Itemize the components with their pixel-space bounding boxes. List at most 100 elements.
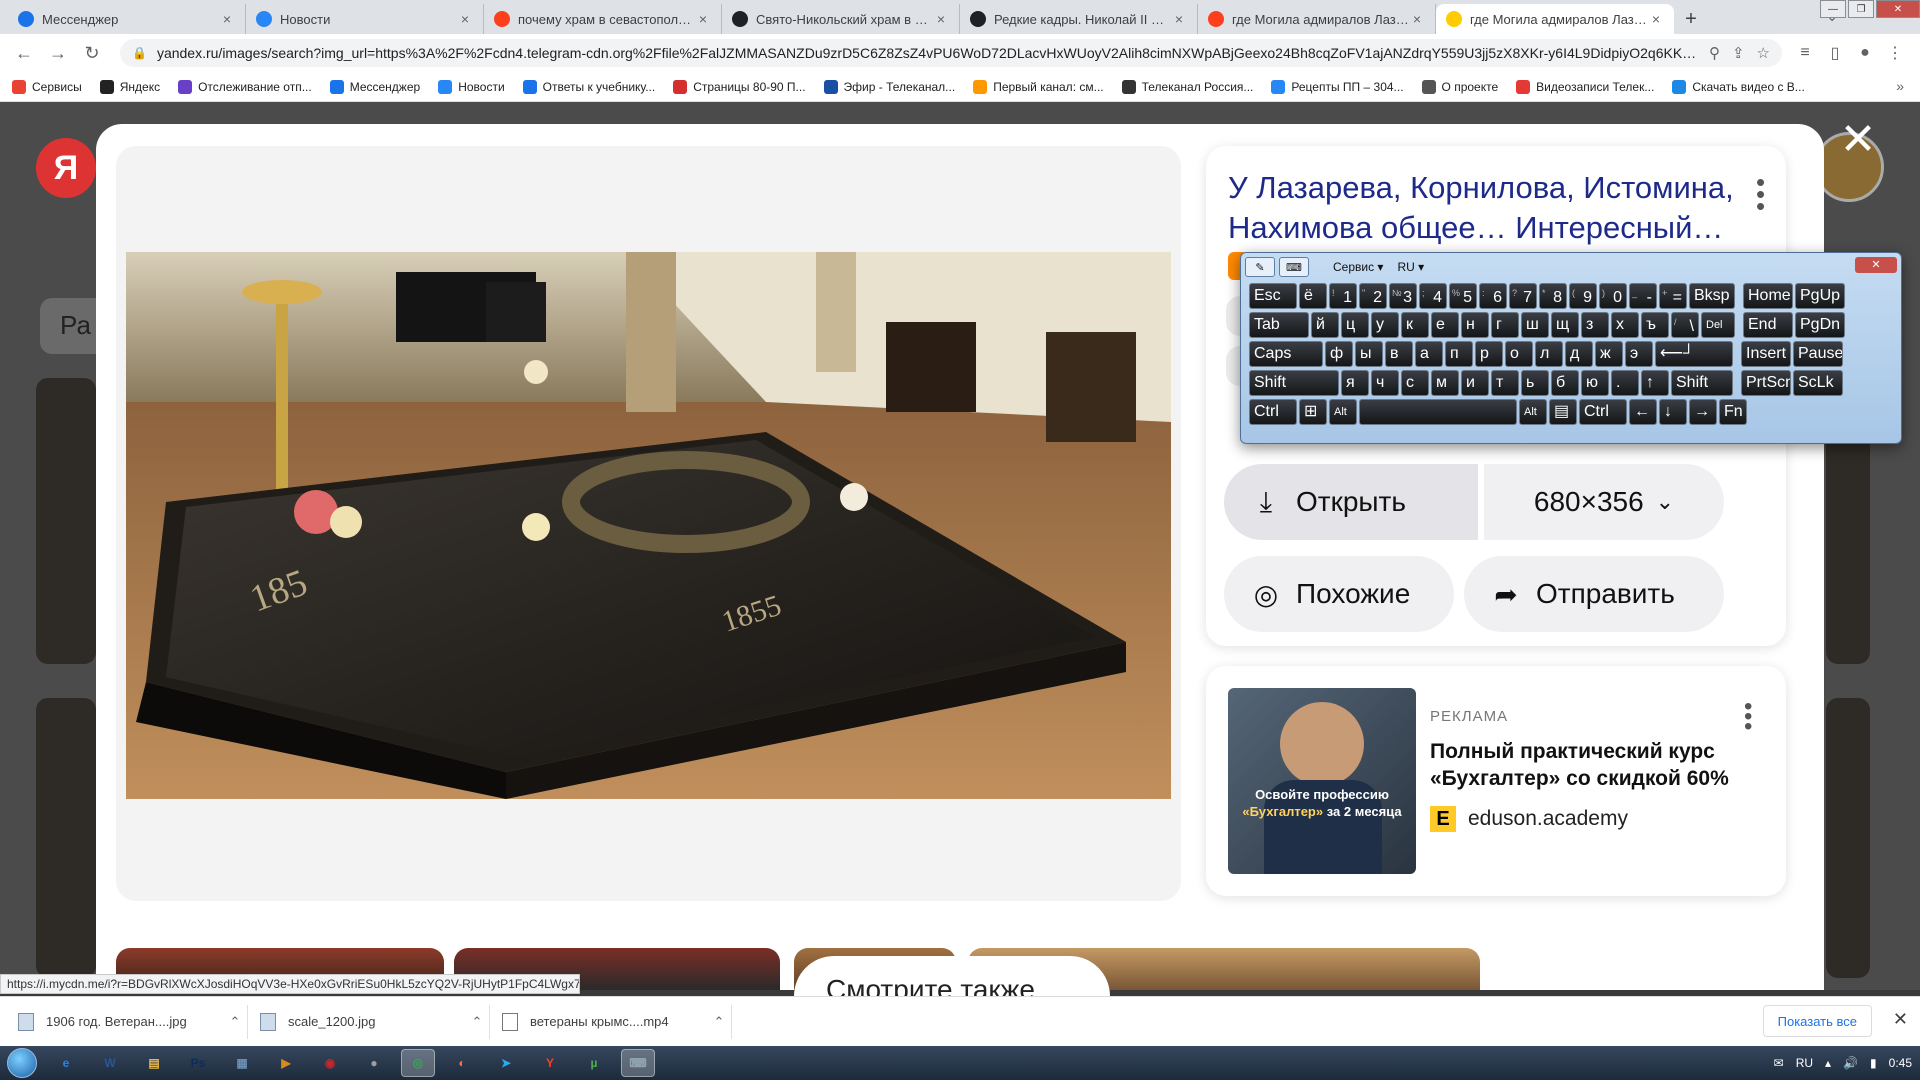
- tab-close-icon[interactable]: ×: [933, 11, 949, 27]
- osk-key[interactable]: ш: [1521, 312, 1549, 338]
- tab-close-icon[interactable]: ×: [1648, 11, 1664, 27]
- osk-key[interactable]: х: [1611, 312, 1639, 338]
- osk-key[interactable]: ф: [1325, 341, 1353, 367]
- chrome-icon[interactable]: ◎: [401, 1049, 435, 1077]
- action-center-icon[interactable]: ✉: [1774, 1056, 1784, 1070]
- share-icon[interactable]: ⇪: [1732, 44, 1745, 62]
- reading-list-icon[interactable]: ≡: [1790, 44, 1820, 62]
- lock-icon[interactable]: 🔒: [132, 46, 147, 60]
- bookmark-item[interactable]: Эфир - Телеканал...: [823, 79, 955, 94]
- osk-key[interactable]: ч: [1371, 370, 1399, 396]
- photoshop-icon[interactable]: Ps: [181, 1049, 215, 1077]
- osk-key[interactable]: в: [1385, 341, 1413, 367]
- osk-key[interactable]: г: [1491, 312, 1519, 338]
- tab-3[interactable]: Свято-Никольский храм в Сева ×: [722, 4, 960, 34]
- tab-4[interactable]: Редкие кадры. Николай II и Ром ×: [960, 4, 1198, 34]
- show-all-button[interactable]: Показать все: [1762, 1005, 1872, 1037]
- bg-thumbnail[interactable]: [36, 378, 96, 664]
- osk-key[interactable]: Del: [1701, 312, 1735, 338]
- osk-key[interactable]: PrtScn: [1741, 370, 1791, 396]
- bookmark-item[interactable]: Сервисы: [12, 79, 82, 94]
- chevron-up-icon[interactable]: ⌃: [465, 1014, 489, 1030]
- osk-key[interactable]: ь: [1521, 370, 1549, 396]
- telegram-icon[interactable]: ➤: [489, 1049, 523, 1077]
- menu-icon[interactable]: ⋮: [1880, 43, 1910, 63]
- recorder-icon[interactable]: ◉: [313, 1049, 347, 1077]
- download-item[interactable]: ветераны крымс....mp4 ⌃: [502, 1004, 732, 1039]
- osk-keyboard-icon[interactable]: ⌨: [1279, 257, 1309, 277]
- download-item[interactable]: 1906 год. Ветеран....jpg ⌃: [18, 1004, 248, 1039]
- bookmarks-overflow-icon[interactable]: »: [1896, 78, 1904, 94]
- start-button[interactable]: [0, 1046, 44, 1080]
- tab-2[interactable]: почему храм в севастополе в ч ×: [484, 4, 722, 34]
- osk-icon[interactable]: ⌨: [621, 1049, 655, 1077]
- osk-key[interactable]: Fn: [1719, 399, 1747, 425]
- osk-key[interactable]: ж: [1595, 341, 1623, 367]
- reload-icon[interactable]: ↻: [78, 39, 106, 67]
- ad-title[interactable]: Полный практический курс «Бухгалтер» со …: [1430, 738, 1750, 792]
- zoom-icon[interactable]: ⚲: [1709, 44, 1720, 62]
- osk-key[interactable]: ; 4: [1419, 283, 1447, 309]
- ad-card[interactable]: Освойте профессию «Бухгалтер» за 2 месяц…: [1206, 666, 1786, 896]
- osk-key[interactable]: ⊞: [1299, 399, 1327, 425]
- osk-key[interactable]: й: [1311, 312, 1339, 338]
- address-url[interactable]: yandex.ru/images/search?img_url=https%3A…: [157, 45, 1697, 61]
- osk-key[interactable]: PgUp: [1795, 283, 1845, 309]
- close-window-button[interactable]: ✕: [1876, 0, 1920, 18]
- osk-key[interactable]: ▤: [1549, 399, 1577, 425]
- size-dropdown[interactable]: 680×356 ⌄: [1484, 464, 1724, 540]
- osk-key[interactable]: э: [1625, 341, 1653, 367]
- osk-handwriting-icon[interactable]: ✎: [1245, 257, 1275, 277]
- download-item[interactable]: scale_1200.jpg ⌃: [260, 1004, 490, 1039]
- osk-key[interactable]: ? 7: [1509, 283, 1537, 309]
- osk-key[interactable]: р: [1475, 341, 1503, 367]
- osk-key[interactable]: ъ: [1641, 312, 1669, 338]
- osk-key[interactable]: а: [1415, 341, 1443, 367]
- osk-key[interactable]: з: [1581, 312, 1609, 338]
- notepad-icon[interactable]: ▦: [225, 1049, 259, 1077]
- bookmark-item[interactable]: Страницы 80-90 П...: [673, 79, 806, 94]
- bookmark-item[interactable]: Новости: [438, 79, 505, 94]
- osk-key[interactable]: и: [1461, 370, 1489, 396]
- tab-close-icon[interactable]: ×: [1409, 11, 1425, 27]
- osk-close-button[interactable]: ✕: [1855, 257, 1897, 273]
- bg-thumbnail[interactable]: [1826, 698, 1870, 978]
- profile-icon[interactable]: ●: [1850, 44, 1880, 62]
- minimize-button[interactable]: —: [1820, 0, 1846, 18]
- back-icon[interactable]: ←: [10, 39, 38, 67]
- new-tab-button[interactable]: +: [1674, 4, 1708, 34]
- media-player-icon[interactable]: ▶: [269, 1049, 303, 1077]
- disc-icon[interactable]: ●: [357, 1049, 391, 1077]
- bookmark-item[interactable]: Отслеживание отп...: [178, 79, 312, 94]
- tab-1[interactable]: Новости ×: [246, 4, 484, 34]
- osk-key[interactable]: ↓: [1659, 399, 1687, 425]
- bookmark-item[interactable]: Ответы к учебнику...: [522, 79, 655, 94]
- osk-key[interactable]: (9: [1569, 283, 1597, 309]
- tray-clock[interactable]: 0:45: [1889, 1056, 1912, 1070]
- osk-key[interactable]: л: [1535, 341, 1563, 367]
- yandex-browser-icon[interactable]: Y: [533, 1049, 567, 1077]
- explorer-icon[interactable]: ▤: [137, 1049, 171, 1077]
- ie-icon[interactable]: e: [49, 1049, 83, 1077]
- chevron-up-icon[interactable]: ⌃: [707, 1014, 731, 1030]
- osk-key[interactable]: →: [1689, 399, 1717, 425]
- osk-key[interactable]: _ -: [1629, 283, 1657, 309]
- osk-key[interactable]: о: [1505, 341, 1533, 367]
- osk-key[interactable]: н: [1461, 312, 1489, 338]
- ad-more-icon[interactable]: • • •: [1744, 695, 1752, 739]
- osk-key[interactable]: .: [1611, 370, 1639, 396]
- open-button[interactable]: ⤓ Открыть: [1224, 464, 1478, 540]
- osk-key[interactable]: ц: [1341, 312, 1369, 338]
- image-title[interactable]: У Лазарева, Корнилова, Истомина, Нахимов…: [1228, 168, 1748, 248]
- osk-key[interactable]: т: [1491, 370, 1519, 396]
- bookmark-item[interactable]: О проекте: [1421, 79, 1498, 94]
- network-icon[interactable]: ▮: [1870, 1056, 1877, 1070]
- utorrent-icon[interactable]: µ: [577, 1049, 611, 1077]
- osk-key[interactable]: Tab: [1249, 312, 1309, 338]
- osk-key[interactable]: п: [1445, 341, 1473, 367]
- word-icon[interactable]: W: [93, 1049, 127, 1077]
- bg-thumbnail[interactable]: [36, 698, 96, 978]
- chevron-up-icon[interactable]: ⌃: [223, 1014, 247, 1030]
- bookmark-item[interactable]: Яндекс: [99, 79, 160, 94]
- similar-button[interactable]: ◎ Похожие: [1224, 556, 1454, 632]
